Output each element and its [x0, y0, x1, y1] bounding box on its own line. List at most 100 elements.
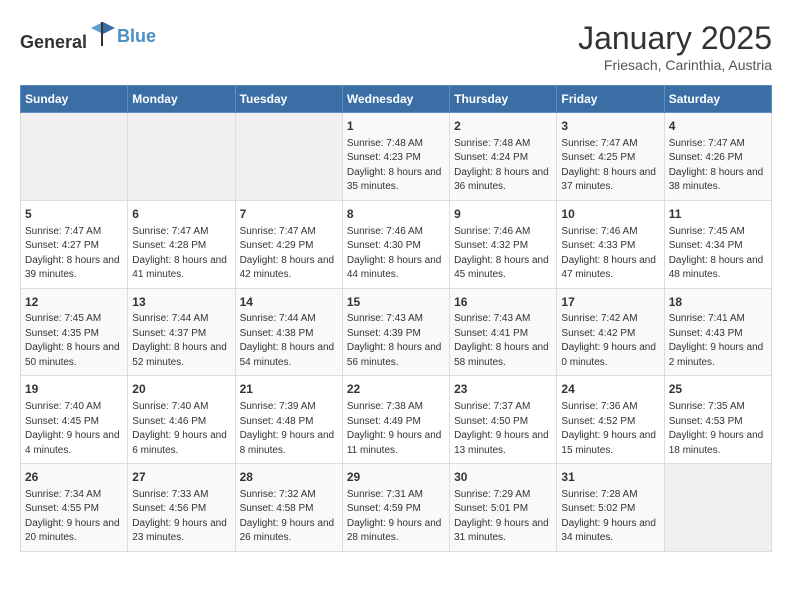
calendar-week-row: 1 Sunrise: 7:48 AM Sunset: 4:23 PM Daylig… [21, 113, 772, 201]
title-block: January 2025 Friesach, Carinthia, Austri… [578, 20, 772, 73]
calendar-cell [128, 113, 235, 201]
calendar-cell: 22Sunrise: 7:38 AM Sunset: 4:49 PM Dayli… [342, 376, 449, 464]
cell-content: Sunrise: 7:46 AM Sunset: 4:30 PM Dayligh… [347, 225, 445, 283]
cell-content: Sunrise: 7:43 AM Sunset: 4:39 PM Dayligh… [347, 312, 445, 370]
day-number: 14 [240, 294, 338, 311]
day-of-week-header: Thursday [450, 86, 557, 113]
days-of-week-row: SundayMondayTuesdayWednesdayThursdayFrid… [21, 86, 772, 113]
cell-content: Sunrise: 7:40 AM Sunset: 4:46 PM Dayligh… [132, 400, 230, 458]
calendar-week-row: 26 Sunrise: 7:34 AM Sunset: 4:55 PM Dayli… [21, 464, 772, 552]
calendar-cell: 27 Sunrise: 7:33 AM Sunset: 4:56 PM Dayli… [128, 464, 235, 552]
day-number: 25 [669, 381, 767, 398]
day-number: 15 [347, 294, 445, 311]
cell-content: Sunrise: 7:37 AM Sunset: 4:50 PM Dayligh… [454, 400, 552, 458]
cell-content: Sunrise: 7:45 AM Sunset: 4:34 PM Dayligh… [669, 225, 767, 283]
calendar-cell [21, 113, 128, 201]
calendar-cell: 5Sunrise: 7:47 AM Sunset: 4:27 PM Daylig… [21, 200, 128, 288]
day-number: 6 [132, 206, 230, 223]
cell-content: Sunrise: 7:45 AM Sunset: 4:35 PM Dayligh… [25, 312, 123, 370]
day-of-week-header: Saturday [664, 86, 771, 113]
calendar-cell: 10 Sunrise: 7:46 AM Sunset: 4:33 PM Dayli… [557, 200, 664, 288]
cell-content: Sunrise: 7:43 AM Sunset: 4:41 PM Dayligh… [454, 312, 552, 370]
day-number: 11 [669, 206, 767, 223]
day-number: 23 [454, 381, 552, 398]
cell-content: Sunrise: 7:33 AM Sunset: 4:56 PM Dayligh… [132, 488, 230, 546]
day-number: 8 [347, 206, 445, 223]
calendar-cell: 6 Sunrise: 7:47 AM Sunset: 4:28 PM Daylig… [128, 200, 235, 288]
logo: General Blue [20, 20, 156, 53]
day-of-week-header: Tuesday [235, 86, 342, 113]
cell-content: Sunrise: 7:47 AM Sunset: 4:25 PM Dayligh… [561, 137, 659, 195]
calendar-cell: 3Sunrise: 7:47 AM Sunset: 4:25 PM Daylig… [557, 113, 664, 201]
cell-content: Sunrise: 7:40 AM Sunset: 4:45 PM Dayligh… [25, 400, 123, 458]
cell-content: Sunrise: 7:34 AM Sunset: 4:55 PM Dayligh… [25, 488, 123, 546]
logo-general: General [20, 32, 87, 52]
cell-content: Sunrise: 7:44 AM Sunset: 4:37 PM Dayligh… [132, 312, 230, 370]
day-number: 2 [454, 118, 552, 135]
cell-content: Sunrise: 7:44 AM Sunset: 4:38 PM Dayligh… [240, 312, 338, 370]
logo-flag-icon [89, 20, 117, 48]
cell-content: Sunrise: 7:47 AM Sunset: 4:28 PM Dayligh… [132, 225, 230, 283]
calendar-cell: 20Sunrise: 7:40 AM Sunset: 4:46 PM Dayli… [128, 376, 235, 464]
calendar-cell: 4 Sunrise: 7:47 AM Sunset: 4:26 PM Daylig… [664, 113, 771, 201]
calendar-cell: 17Sunrise: 7:42 AM Sunset: 4:42 PM Dayli… [557, 288, 664, 376]
calendar-week-row: 5Sunrise: 7:47 AM Sunset: 4:27 PM Daylig… [21, 200, 772, 288]
day-of-week-header: Wednesday [342, 86, 449, 113]
calendar-cell: 25Sunrise: 7:35 AM Sunset: 4:53 PM Dayli… [664, 376, 771, 464]
cell-content: Sunrise: 7:47 AM Sunset: 4:29 PM Dayligh… [240, 225, 338, 283]
calendar-cell: 18Sunrise: 7:41 AM Sunset: 4:43 PM Dayli… [664, 288, 771, 376]
cell-content: Sunrise: 7:47 AM Sunset: 4:27 PM Dayligh… [25, 225, 123, 283]
calendar-week-row: 12Sunrise: 7:45 AM Sunset: 4:35 PM Dayli… [21, 288, 772, 376]
day-number: 18 [669, 294, 767, 311]
day-number: 19 [25, 381, 123, 398]
cell-content: Sunrise: 7:39 AM Sunset: 4:48 PM Dayligh… [240, 400, 338, 458]
day-number: 30 [454, 469, 552, 486]
day-of-week-header: Sunday [21, 86, 128, 113]
day-number: 31 [561, 469, 659, 486]
page-header: General Blue January 2025 Friesach, Cari… [20, 20, 772, 73]
day-of-week-header: Monday [128, 86, 235, 113]
cell-content: Sunrise: 7:46 AM Sunset: 4:32 PM Dayligh… [454, 225, 552, 283]
calendar-cell [235, 113, 342, 201]
day-number: 22 [347, 381, 445, 398]
day-number: 12 [25, 294, 123, 311]
calendar-cell: 16Sunrise: 7:43 AM Sunset: 4:41 PM Dayli… [450, 288, 557, 376]
cell-content: Sunrise: 7:41 AM Sunset: 4:43 PM Dayligh… [669, 312, 767, 370]
day-of-week-header: Friday [557, 86, 664, 113]
calendar-cell: 7Sunrise: 7:47 AM Sunset: 4:29 PM Daylig… [235, 200, 342, 288]
calendar-body: 1 Sunrise: 7:48 AM Sunset: 4:23 PM Daylig… [21, 113, 772, 552]
day-number: 17 [561, 294, 659, 311]
calendar-cell: 19 Sunrise: 7:40 AM Sunset: 4:45 PM Dayli… [21, 376, 128, 464]
day-number: 26 [25, 469, 123, 486]
calendar-week-row: 19 Sunrise: 7:40 AM Sunset: 4:45 PM Dayli… [21, 376, 772, 464]
cell-content: Sunrise: 7:36 AM Sunset: 4:52 PM Dayligh… [561, 400, 659, 458]
calendar-cell: 23 Sunrise: 7:37 AM Sunset: 4:50 PM Dayli… [450, 376, 557, 464]
cell-content: Sunrise: 7:48 AM Sunset: 4:23 PM Dayligh… [347, 137, 445, 195]
location-subtitle: Friesach, Carinthia, Austria [578, 57, 772, 73]
day-number: 1 [347, 118, 445, 135]
day-number: 13 [132, 294, 230, 311]
day-number: 27 [132, 469, 230, 486]
calendar-cell: 8 Sunrise: 7:46 AM Sunset: 4:30 PM Daylig… [342, 200, 449, 288]
day-number: 28 [240, 469, 338, 486]
cell-content: Sunrise: 7:47 AM Sunset: 4:26 PM Dayligh… [669, 137, 767, 195]
cell-content: Sunrise: 7:46 AM Sunset: 4:33 PM Dayligh… [561, 225, 659, 283]
cell-content: Sunrise: 7:32 AM Sunset: 4:58 PM Dayligh… [240, 488, 338, 546]
calendar-header: SundayMondayTuesdayWednesdayThursdayFrid… [21, 86, 772, 113]
calendar-cell: 11 Sunrise: 7:45 AM Sunset: 4:34 PM Dayli… [664, 200, 771, 288]
day-number: 10 [561, 206, 659, 223]
day-number: 4 [669, 118, 767, 135]
day-number: 21 [240, 381, 338, 398]
calendar-cell: 13Sunrise: 7:44 AM Sunset: 4:37 PM Dayli… [128, 288, 235, 376]
cell-content: Sunrise: 7:29 AM Sunset: 5:01 PM Dayligh… [454, 488, 552, 546]
calendar-cell: 1 Sunrise: 7:48 AM Sunset: 4:23 PM Daylig… [342, 113, 449, 201]
month-title: January 2025 [578, 20, 772, 57]
cell-content: Sunrise: 7:42 AM Sunset: 4:42 PM Dayligh… [561, 312, 659, 370]
calendar-cell: 9 Sunrise: 7:46 AM Sunset: 4:32 PM Daylig… [450, 200, 557, 288]
calendar-cell: 21 Sunrise: 7:39 AM Sunset: 4:48 PM Dayli… [235, 376, 342, 464]
calendar-cell: 30 Sunrise: 7:29 AM Sunset: 5:01 PM Dayli… [450, 464, 557, 552]
day-number: 9 [454, 206, 552, 223]
calendar-cell: 31Sunrise: 7:28 AM Sunset: 5:02 PM Dayli… [557, 464, 664, 552]
calendar-cell: 2Sunrise: 7:48 AM Sunset: 4:24 PM Daylig… [450, 113, 557, 201]
calendar-cell: 26 Sunrise: 7:34 AM Sunset: 4:55 PM Dayli… [21, 464, 128, 552]
